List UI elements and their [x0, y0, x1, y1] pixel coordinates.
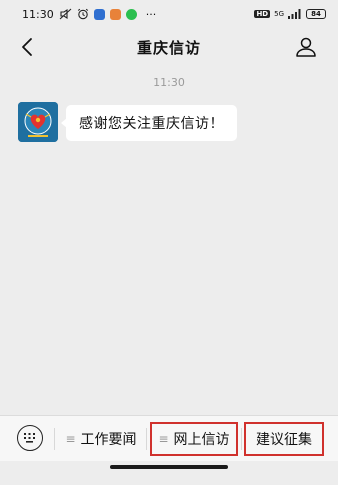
more-notifications-icon: ··· [145, 7, 157, 21]
menu-item-label: 建议征集 [256, 432, 312, 448]
network-type: 5G [274, 10, 284, 18]
menu-divider [241, 428, 242, 450]
hd-badge: HD [254, 10, 271, 18]
menu-divider [146, 428, 147, 450]
keyboard-icon [24, 433, 35, 443]
bottom-menu-bar: ≡ 工作要闻 ≡ 网上信访 建议征集 [0, 415, 338, 461]
status-time: 11:30 [22, 7, 54, 21]
signal-icon [288, 9, 301, 19]
page-title: 重庆信访 [136, 38, 201, 57]
profile-icon[interactable] [294, 35, 318, 59]
menu-item-label: 工作要闻 [80, 432, 137, 448]
alarm-icon [77, 8, 88, 20]
status-bar: 11:30 ··· HD 5G 84 [0, 0, 338, 28]
mute-icon [59, 8, 72, 20]
chongqing-xinfang-logo [18, 102, 58, 142]
menu-divider [54, 428, 55, 450]
menu-item-online-petition[interactable]: ≡ 网上信访 [150, 422, 238, 456]
home-indicator[interactable] [110, 465, 228, 469]
battery-icon: 84 [306, 9, 326, 19]
nav-bar: 重庆信访 [0, 28, 338, 66]
app-notification-icon [93, 8, 105, 20]
wechat-notification-icon [125, 8, 137, 20]
keyboard-toggle-button[interactable] [17, 425, 43, 451]
menu-list-icon: ≡ [158, 432, 169, 446]
official-account-avatar[interactable] [18, 102, 58, 142]
back-arrow-icon[interactable] [16, 35, 40, 59]
message-bubble[interactable]: 感谢您关注重庆信访！ [61, 105, 237, 141]
message-timestamp: 11:30 [153, 76, 185, 89]
app-notification-icon [109, 8, 121, 20]
menu-item-suggestion-collection[interactable]: 建议征集 [244, 422, 324, 456]
menu-item-label: 网上信访 [173, 432, 230, 448]
menu-list-icon: ≡ [65, 432, 76, 446]
menu-item-work-news[interactable]: ≡ 工作要闻 [56, 422, 146, 456]
message-text: 感谢您关注重庆信访！ [79, 116, 224, 132]
